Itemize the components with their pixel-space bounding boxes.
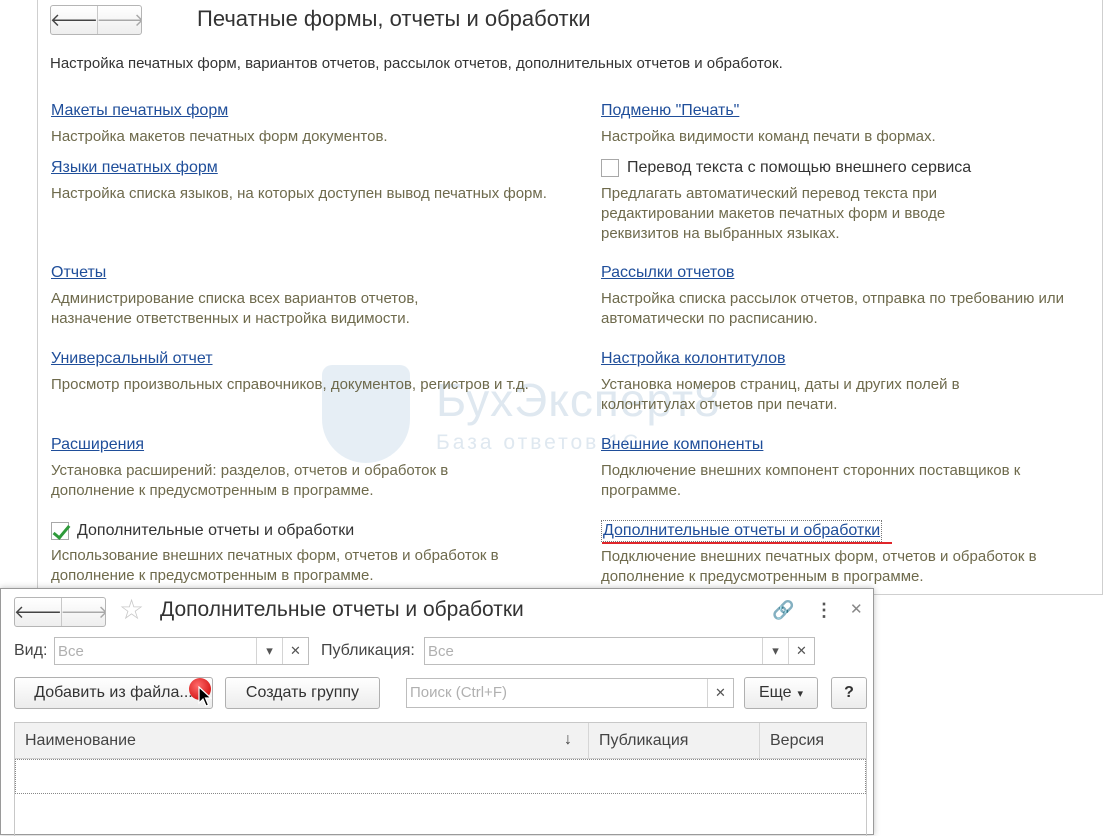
- link-print-submenu[interactable]: Подменю "Печать": [601, 101, 739, 121]
- link-external-components[interactable]: Внешние компоненты: [601, 435, 763, 455]
- history-nav: 🡐 🡒: [50, 5, 142, 35]
- column-header-label: Публикация: [599, 732, 689, 749]
- item-description: Использование внешних печатных форм, отч…: [51, 547, 499, 584]
- filter-publication-label: Публикация:: [321, 642, 415, 659]
- item-external-components: Внешние компоненты Подключение внешних к…: [601, 435, 1103, 501]
- add-from-file-label: Добавить из файла...: [34, 684, 193, 701]
- back-button[interactable]: 🡐: [50, 6, 99, 34]
- back-arrow-icon: 🡐: [14, 601, 63, 622]
- checkbox-unchecked-icon[interactable]: [601, 159, 619, 177]
- forward-arrow-icon: 🡒: [96, 9, 142, 30]
- link-icon[interactable]: 🔗: [772, 600, 794, 620]
- item-extensions: Расширения Установка расширений: раздело…: [51, 435, 561, 501]
- link-print-languages[interactable]: Языки печатных форм: [51, 158, 218, 178]
- filter-kind-label: Вид:: [14, 642, 48, 659]
- back-button[interactable]: 🡐: [14, 598, 63, 626]
- search-placeholder: Поиск (Ctrl+F): [410, 684, 507, 701]
- item-description: Настройка макетов печатных форм документ…: [51, 128, 388, 145]
- close-icon[interactable]: ✕: [850, 600, 863, 620]
- item-description: Настройка видимости команд печати в форм…: [601, 128, 936, 145]
- highlight-underline: [602, 542, 892, 544]
- item-description: Предлагать автоматический перевод текста…: [601, 185, 946, 242]
- window-title: Дополнительные отчеты и обработки: [160, 598, 524, 621]
- additional-reports-window: 🡐 🡒 ☆ Дополнительные отчеты и обработки …: [0, 588, 874, 836]
- link-universal-report[interactable]: Универсальный отчет: [51, 349, 213, 369]
- link-reports[interactable]: Отчеты: [51, 263, 106, 283]
- filter-publication-value: Все: [428, 643, 454, 660]
- dropdown-icon[interactable]: ▾: [762, 638, 788, 664]
- link-print-layouts[interactable]: Макеты печатных форм: [51, 101, 228, 121]
- item-description: Установка расширений: разделов, отчетов …: [51, 462, 449, 499]
- column-header-version[interactable]: Версия: [759, 723, 866, 758]
- checkbox-checked-icon[interactable]: [51, 522, 69, 540]
- more-vertical-icon[interactable]: ⋮: [815, 600, 833, 620]
- link-extensions[interactable]: Расширения: [51, 435, 144, 455]
- item-description: Подключение внешних печатных форм, отчет…: [601, 548, 1037, 585]
- item-reports: Отчеты Администрирование списка всех вар…: [51, 263, 561, 329]
- clear-icon[interactable]: ✕: [707, 679, 733, 707]
- item-universal-report: Универсальный отчет Просмотр произвольны…: [51, 349, 561, 395]
- table-header: Наименование ↓ Публикация Версия: [15, 723, 866, 759]
- column-header-label: Наименование: [25, 732, 136, 749]
- reports-table: Наименование ↓ Публикация Версия: [14, 722, 867, 836]
- settings-panel: 🡐 🡒 Печатные формы, отчеты и обработки Н…: [37, 0, 1103, 595]
- search-input[interactable]: Поиск (Ctrl+F) ✕: [406, 678, 734, 708]
- clear-icon[interactable]: ✕: [788, 638, 814, 664]
- item-description: Настройка списка рассылок отчетов, отпра…: [601, 290, 1065, 327]
- item-description: Установка номеров страниц, даты и других…: [601, 376, 960, 413]
- more-button[interactable]: Еще ▾: [744, 677, 818, 709]
- item-translation-toggle: Перевод текста с помощью внешнего сервис…: [601, 157, 1103, 244]
- item-description: Просмотр произвольных справочников, доку…: [51, 376, 529, 393]
- clear-icon[interactable]: ✕: [282, 638, 308, 664]
- history-nav: 🡐 🡒: [14, 597, 106, 627]
- dropdown-icon[interactable]: ▾: [256, 638, 282, 664]
- column-header-name[interactable]: Наименование ↓: [15, 723, 588, 758]
- add-from-file-button[interactable]: Добавить из файла...: [14, 677, 213, 709]
- filter-kind-value: Все: [58, 643, 84, 660]
- item-description: Администрирование списка всех вариантов …: [51, 290, 419, 327]
- chevron-down-icon: ▾: [797, 687, 804, 700]
- item-print-languages: Языки печатных форм Настройка списка язы…: [51, 158, 561, 204]
- help-label: ?: [844, 684, 854, 701]
- checkbox-additional-reports[interactable]: Дополнительные отчеты и обработки: [51, 520, 561, 542]
- item-description: Настройка списка языков, на которых дост…: [51, 185, 547, 202]
- favorite-star-icon[interactable]: ☆: [119, 595, 144, 625]
- item-headers-footers: Настройка колонтитулов Установка номеров…: [601, 349, 1103, 415]
- filter-publication-field[interactable]: Все ▾ ✕: [424, 637, 815, 665]
- forward-button[interactable]: 🡒: [60, 598, 106, 626]
- checkbox-label: Перевод текста с помощью внешнего сервис…: [627, 159, 972, 176]
- more-label: Еще: [758, 684, 792, 701]
- forward-arrow-icon: 🡒: [60, 601, 106, 622]
- back-arrow-icon: 🡐: [50, 9, 99, 30]
- forward-button[interactable]: 🡒: [96, 6, 142, 34]
- column-header-label: Версия: [770, 732, 825, 749]
- checkbox-label: Дополнительные отчеты и обработки: [77, 522, 355, 539]
- sort-arrow-icon: ↓: [564, 731, 572, 748]
- item-description: Подключение внешних компонент сторонних …: [601, 462, 1021, 499]
- create-group-label: Создать группу: [245, 684, 360, 701]
- page-title: Печатные формы, отчеты и обработки: [197, 6, 591, 31]
- item-print-layouts: Макеты печатных форм Настройка макетов п…: [51, 101, 561, 147]
- link-report-mailings[interactable]: Рассылки отчетов: [601, 263, 734, 283]
- mouse-cursor-icon: [198, 686, 212, 707]
- page-subtitle: Настройка печатных форм, вариантов отчет…: [50, 55, 783, 72]
- help-button[interactable]: ?: [831, 677, 867, 709]
- filter-kind-field[interactable]: Все ▾ ✕: [54, 637, 309, 665]
- link-additional-reports[interactable]: Дополнительные отчеты и обработки: [601, 520, 883, 542]
- item-additional-reports-link: Дополнительные отчеты и обработки Подклю…: [601, 520, 1103, 587]
- item-print-submenu: Подменю "Печать" Настройка видимости ком…: [601, 101, 1103, 147]
- checkbox-translation[interactable]: Перевод текста с помощью внешнего сервис…: [601, 157, 1103, 179]
- create-group-button[interactable]: Создать группу: [225, 677, 380, 709]
- column-header-publication[interactable]: Публикация: [588, 723, 759, 758]
- item-report-mailings: Рассылки отчетов Настройка списка рассыл…: [601, 263, 1103, 329]
- link-headers-footers[interactable]: Настройка колонтитулов: [601, 349, 786, 369]
- item-additional-reports-toggle: Дополнительные отчеты и обработки Исполь…: [51, 520, 561, 586]
- table-row[interactable]: [15, 759, 866, 794]
